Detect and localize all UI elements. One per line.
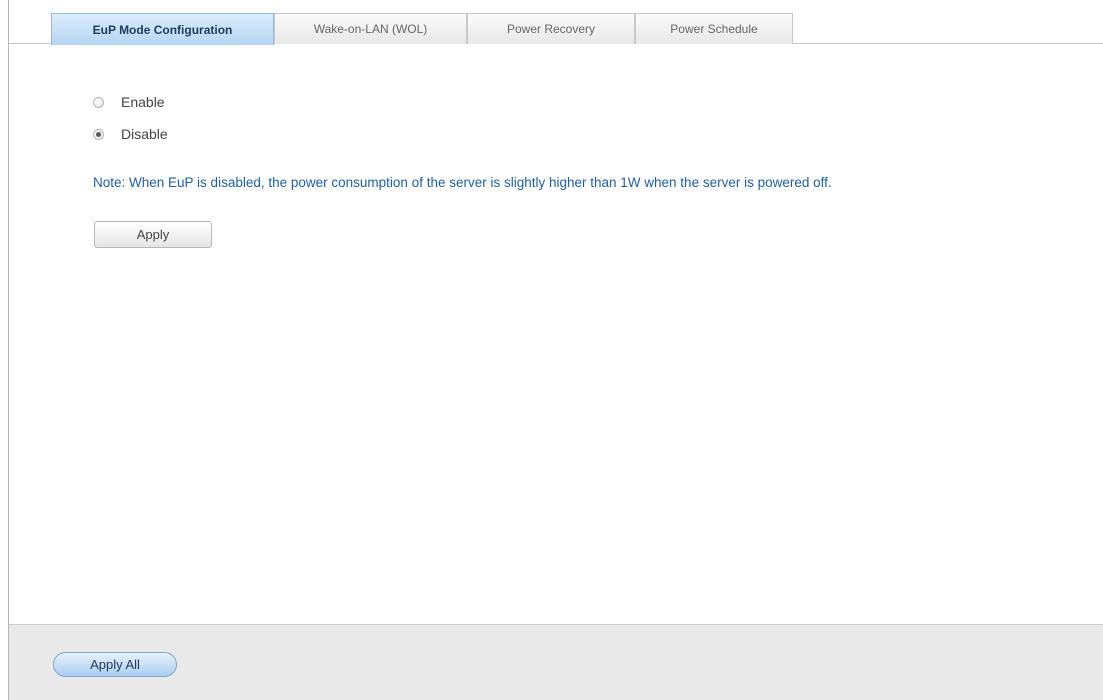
eup-note-text: Note: When EuP is disabled, the power co… — [93, 175, 832, 190]
tab-label: Power Schedule — [670, 22, 758, 36]
tab-bar: EuP Mode Configuration Wake-on-LAN (WOL)… — [9, 0, 1103, 45]
apply-all-button[interactable]: Apply All — [53, 652, 177, 677]
enable-radio-label: Enable — [121, 94, 165, 110]
tab-wake-on-lan[interactable]: Wake-on-LAN (WOL) — [274, 13, 467, 44]
disable-radio-label: Disable — [121, 126, 168, 142]
tab-label: Wake-on-LAN (WOL) — [313, 22, 428, 36]
tab-power-schedule[interactable]: Power Schedule — [635, 13, 793, 44]
power-settings-window: EuP Mode Configuration Wake-on-LAN (WOL)… — [8, 0, 1103, 700]
enable-radio-option[interactable]: Enable — [93, 94, 165, 110]
footer-bar: Apply All — [9, 624, 1103, 700]
eup-mode-panel: Enable Disable Note: When EuP is disable… — [9, 44, 1103, 624]
disable-radio-option[interactable]: Disable — [93, 126, 168, 142]
enable-radio-button[interactable] — [93, 96, 104, 108]
tab-eup-mode-configuration[interactable]: EuP Mode Configuration — [51, 13, 274, 45]
tab-power-recovery[interactable]: Power Recovery — [467, 13, 635, 44]
apply-button[interactable]: Apply — [94, 221, 212, 248]
tab-label: Power Recovery — [506, 22, 596, 36]
tab-label: EuP Mode Configuration — [92, 22, 233, 37]
disable-radio-button[interactable] — [93, 128, 104, 140]
